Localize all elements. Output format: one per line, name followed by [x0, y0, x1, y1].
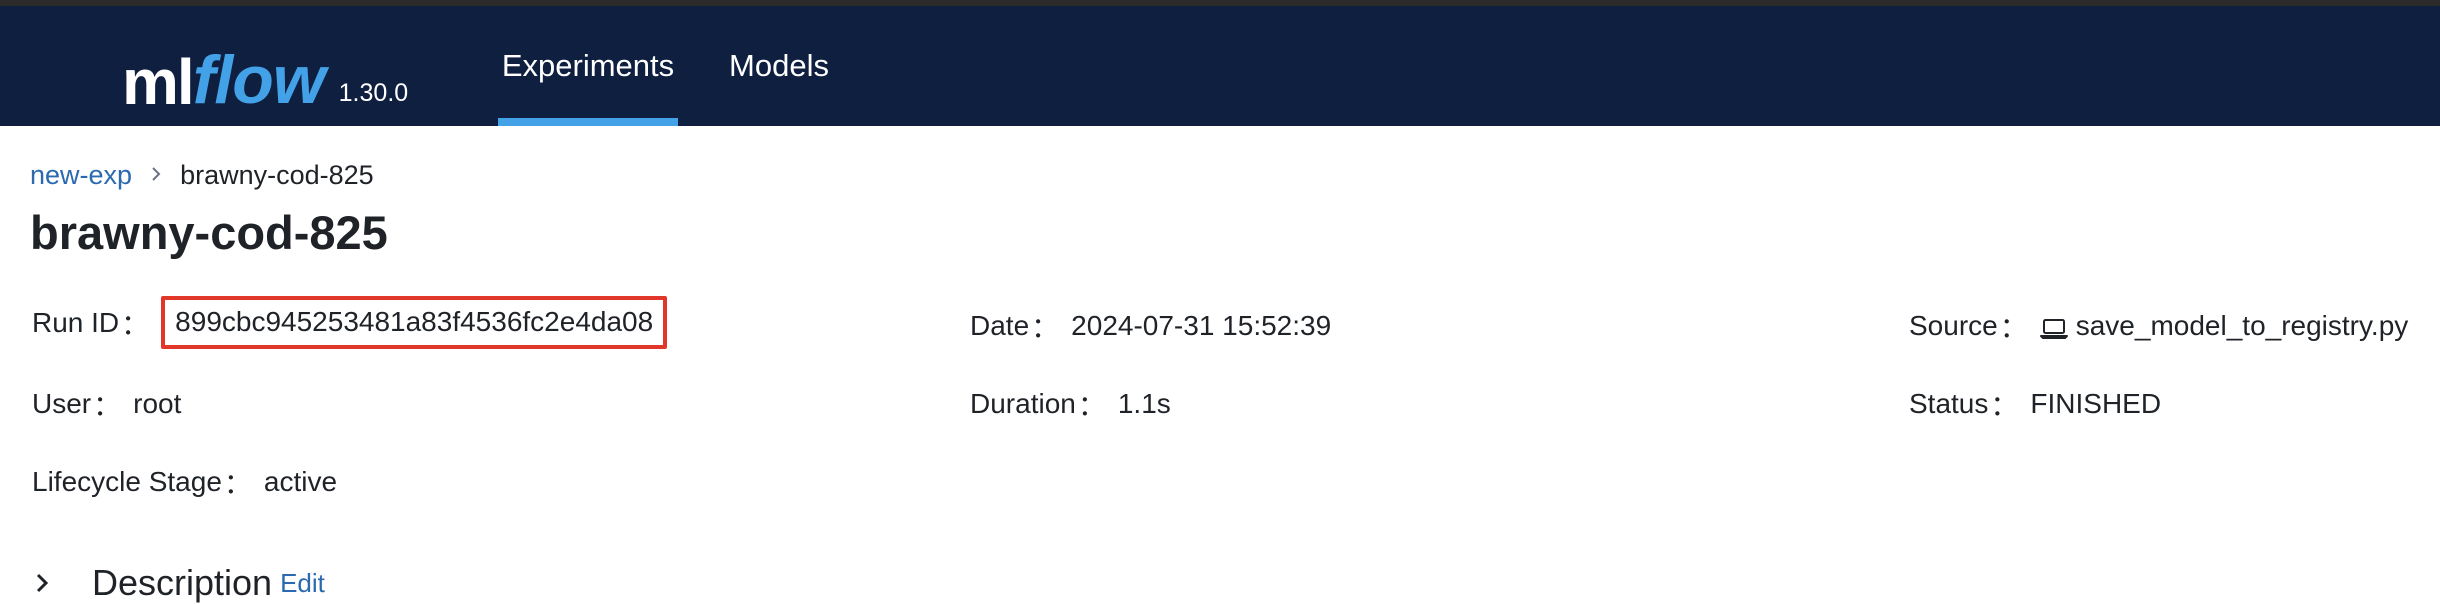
page-title: brawny-cod-825: [30, 206, 388, 259]
lifecycle-stage-field: Lifecycle Stage ： active: [32, 462, 337, 502]
description-edit-link[interactable]: Edit: [280, 568, 325, 599]
duration-colon: ：: [1077, 390, 1106, 421]
logo-flow-text: flow: [192, 42, 326, 118]
nav-tab-experiments-label: Experiments: [501, 48, 675, 83]
date-colon: ：: [1031, 312, 1060, 343]
duration-label: Duration: [970, 388, 1076, 419]
run-id-value[interactable]: 899cbc945253481a83f4536fc2e4da08: [161, 296, 668, 349]
lifecycle-stage-label: Lifecycle Stage: [32, 466, 222, 497]
run-id-field: Run ID ： 899cbc945253481a83f4536fc2e4da0…: [32, 296, 668, 349]
duration-value: 1.1s: [1117, 388, 1171, 419]
nav-tab-experiments[interactable]: Experiments: [498, 6, 678, 126]
breadcrumb-chevron-icon: [150, 162, 162, 190]
source-colon: ：: [1999, 312, 2028, 343]
run-id-colon: ：: [121, 308, 150, 340]
mlflow-logo[interactable]: ml flow 1.30.0: [122, 24, 408, 114]
chevron-right-icon[interactable]: [30, 571, 54, 595]
status-label: Status: [1909, 388, 1989, 419]
status-field: Status ： FINISHED: [1909, 384, 2161, 424]
user-colon: ：: [93, 390, 122, 421]
date-label: Date: [970, 310, 1030, 341]
source-value[interactable]: save_model_to_registry.py: [2076, 310, 2409, 342]
version-label: 1.30.0: [338, 79, 409, 107]
user-field: User ： root: [32, 384, 181, 424]
nav-tab-models-label: Models: [729, 48, 829, 83]
user-label: User: [32, 388, 92, 419]
date-value: 2024-07-31 15:52:39: [1071, 310, 1332, 341]
duration-field: Duration ： 1.1s: [970, 384, 1171, 424]
lifecycle-stage-value: active: [263, 466, 338, 497]
description-label: Description: [92, 562, 273, 603]
lifecycle-stage-colon: ：: [223, 468, 252, 499]
top-navbar: ml flow 1.30.0: [0, 6, 2440, 126]
laptop-icon: [2039, 315, 2068, 339]
nav-tab-models[interactable]: Models: [726, 6, 832, 126]
status-value: FINISHED: [2030, 388, 2162, 419]
source-field: Source ： save_model_to_registry.py: [1909, 306, 2408, 346]
run-id-label: Run ID: [32, 306, 120, 338]
source-label: Source: [1909, 310, 1998, 341]
breadcrumb-current-run: brawny-cod-825: [180, 160, 374, 190]
status-colon: ：: [1990, 390, 2019, 421]
description-section-header[interactable]: Description Edit: [30, 562, 325, 604]
user-value: root: [133, 388, 182, 419]
logo-ml-text: ml: [122, 46, 195, 118]
breadcrumb: new-exp brawny-cod-825: [30, 160, 374, 191]
breadcrumb-experiment-link[interactable]: new-exp: [30, 160, 132, 191]
date-field: Date ： 2024-07-31 15:52:39: [970, 306, 1331, 346]
